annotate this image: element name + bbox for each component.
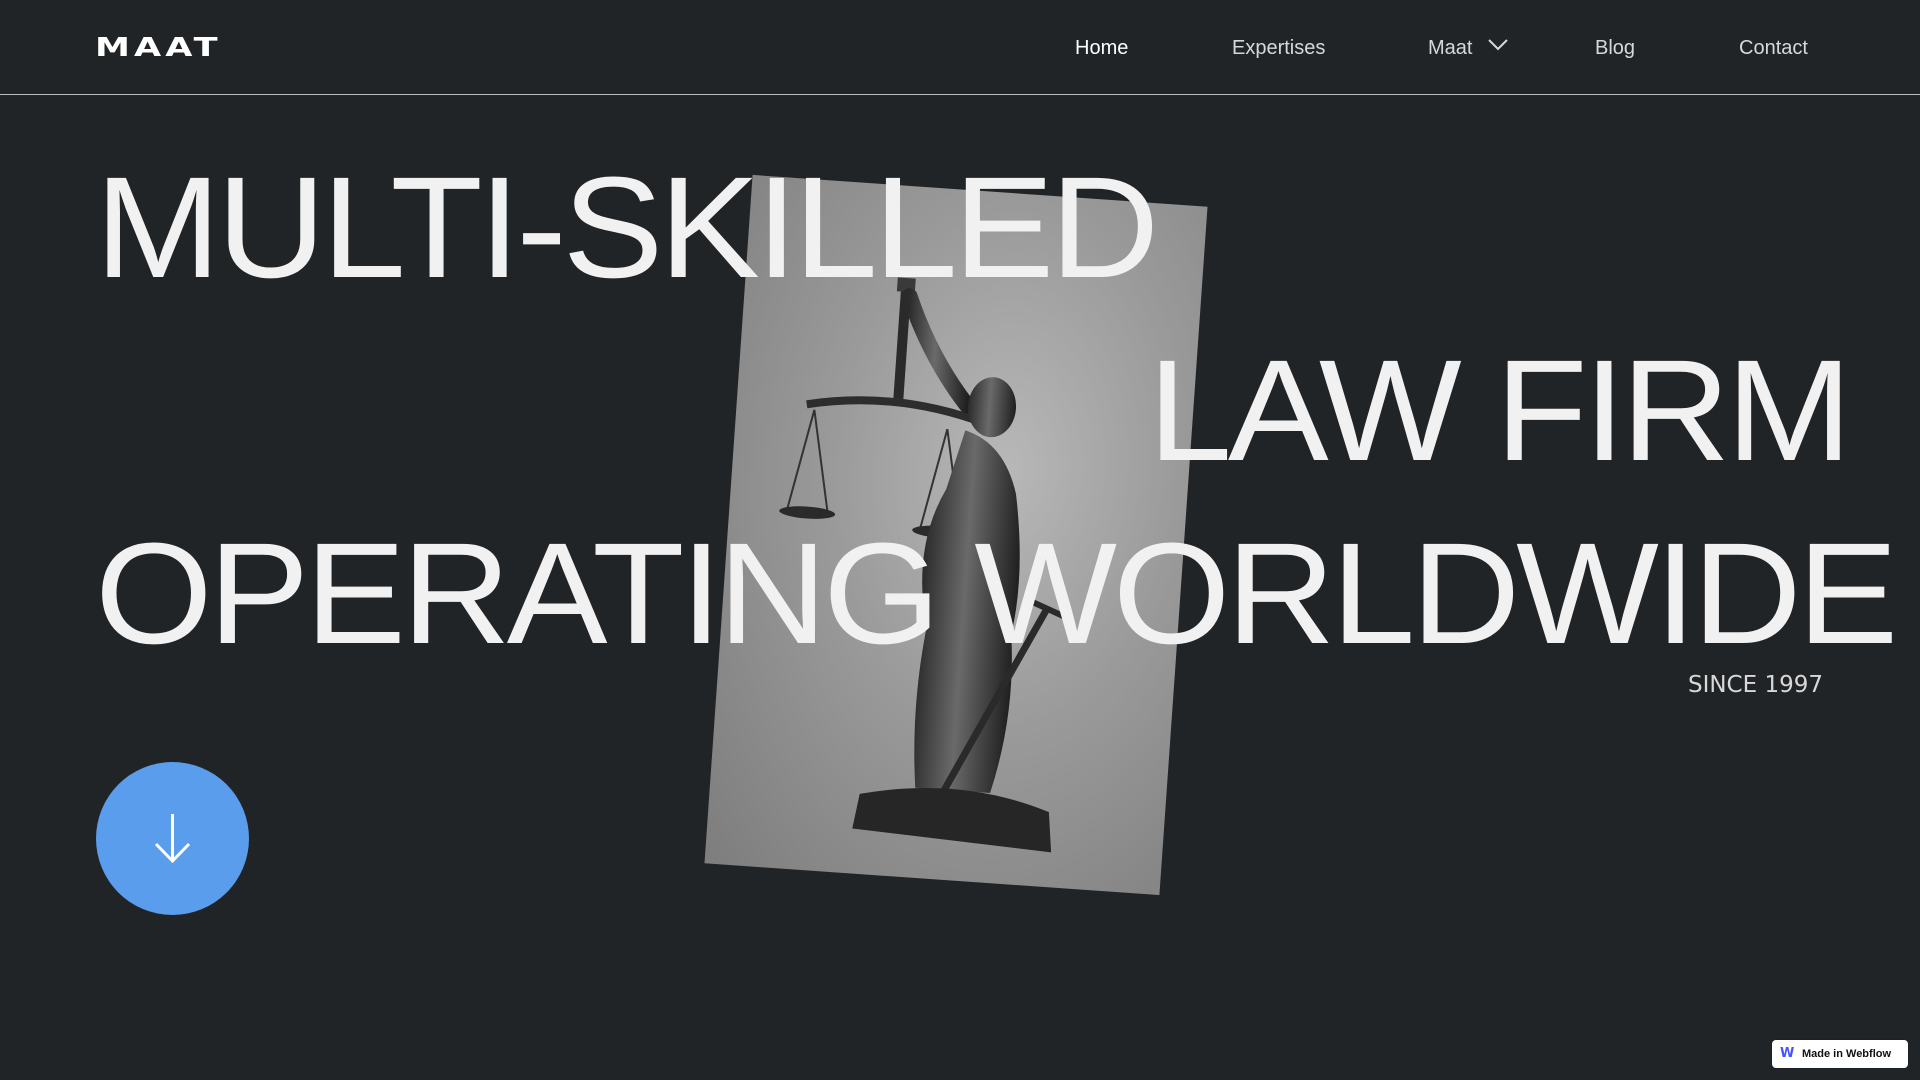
webflow-badge-label: Made in Webflow [1802,1048,1892,1060]
nav-blog[interactable]: Blog [1595,36,1635,60]
webflow-icon: W [1780,1046,1795,1061]
since-label: SINCE 1997 [1687,672,1823,698]
headline-line-1: MULTI-SKILLED [95,147,1159,308]
navbar: MAAT Home Expertises Maat Blog Contact [0,0,1920,95]
headline-line-2: LAW FIRM [1148,330,1852,491]
made-in-webflow-badge[interactable]: W Made in Webflow [1772,1040,1908,1068]
nav-contact[interactable]: Contact [1739,36,1808,60]
maat-logo[interactable]: MAAT [95,33,222,63]
scroll-down-button[interactable] [96,762,249,915]
nav-maat-dropdown[interactable]: Maat [1428,36,1472,60]
chevron-down-icon[interactable] [1488,38,1508,52]
arrow-down-icon [154,814,191,864]
nav-home[interactable]: Home [1075,36,1128,60]
headline-line-3: OPERATING WORLDWIDE [95,513,1898,674]
nav-expertises[interactable]: Expertises [1232,36,1325,60]
